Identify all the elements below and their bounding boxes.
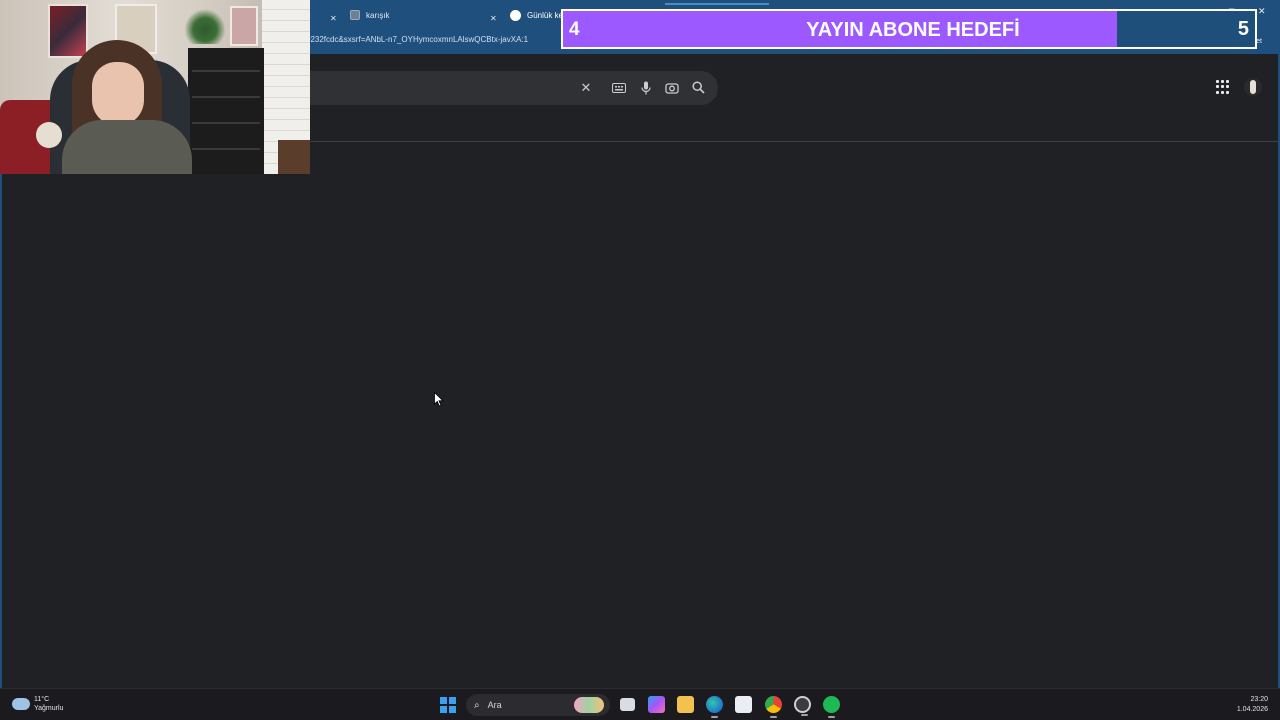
microphone-icon[interactable] <box>638 80 654 96</box>
subscriber-goal-overlay: 4 YAYIN ABONE HEDEFİ 5 <box>561 9 1257 49</box>
tab-favicon-icon <box>350 10 360 20</box>
weather-rain-icon <box>12 698 30 710</box>
active-tab-indicator <box>665 3 769 5</box>
tab-karisik[interactable]: karışık <box>350 4 500 26</box>
windows-start-icon[interactable] <box>440 697 456 713</box>
camera-search-icon[interactable] <box>664 80 680 96</box>
spotify-icon[interactable] <box>823 696 840 718</box>
taskbar: 11°C Yağmurlu ⌕ Ara 23:20 1.04.2026 <box>0 688 1280 720</box>
url-field[interactable]: 0232fcdc&sxsrf=ANbL-n7_OYHymcoxmnLAlswQC… <box>306 35 528 44</box>
search-icon[interactable] <box>690 80 706 96</box>
divider <box>222 141 1278 142</box>
weather-temp: 11°C <box>34 696 50 703</box>
chrome-icon[interactable] <box>765 696 782 718</box>
keyboard-icon[interactable] <box>611 80 627 96</box>
store-icon[interactable] <box>735 696 752 713</box>
desktop: ✕ karışık ✕ Günlük ke — □ ✕ 0232fcdc&sxs… <box>0 0 1280 720</box>
avatar[interactable] <box>1244 78 1262 96</box>
tab-2-close-icon[interactable]: ✕ <box>490 7 497 29</box>
edge-icon[interactable] <box>706 696 723 718</box>
file-explorer-icon[interactable] <box>677 696 694 713</box>
taskbar-search-label: Ara <box>487 700 502 710</box>
weather-widget[interactable]: 11°C Yağmurlu <box>12 695 63 713</box>
weather-desc: Yağmurlu <box>34 705 64 712</box>
close-icon[interactable]: ✕ <box>578 80 594 96</box>
system-clock[interactable]: 23:20 1.04.2026 <box>1237 695 1268 715</box>
taskbar-search[interactable]: ⌕ Ara <box>466 694 610 716</box>
tab-1-close-icon[interactable]: ✕ <box>330 7 337 29</box>
search-icon: ⌕ <box>474 699 480 711</box>
webcam-overlay <box>0 0 310 174</box>
settings-app-icon[interactable] <box>794 696 811 716</box>
goal-title: YAYIN ABONE HEDEFİ <box>806 19 1020 41</box>
tab-label: karışık <box>366 10 390 20</box>
task-view-icon[interactable] <box>620 698 635 711</box>
search-highlight-icon <box>574 697 604 713</box>
clock-date: 1.04.2026 <box>1236 706 1268 713</box>
copilot-app-icon[interactable] <box>648 696 665 713</box>
goal-target-count: 5 <box>1237 18 1249 40</box>
tab-favicon-icon <box>510 9 521 21</box>
close-window-button[interactable]: ✕ <box>1258 6 1266 17</box>
tab-label: Günlük ke <box>527 10 564 20</box>
apps-grid-icon[interactable] <box>1216 80 1230 94</box>
clock-time: 23:20 <box>1250 696 1268 703</box>
